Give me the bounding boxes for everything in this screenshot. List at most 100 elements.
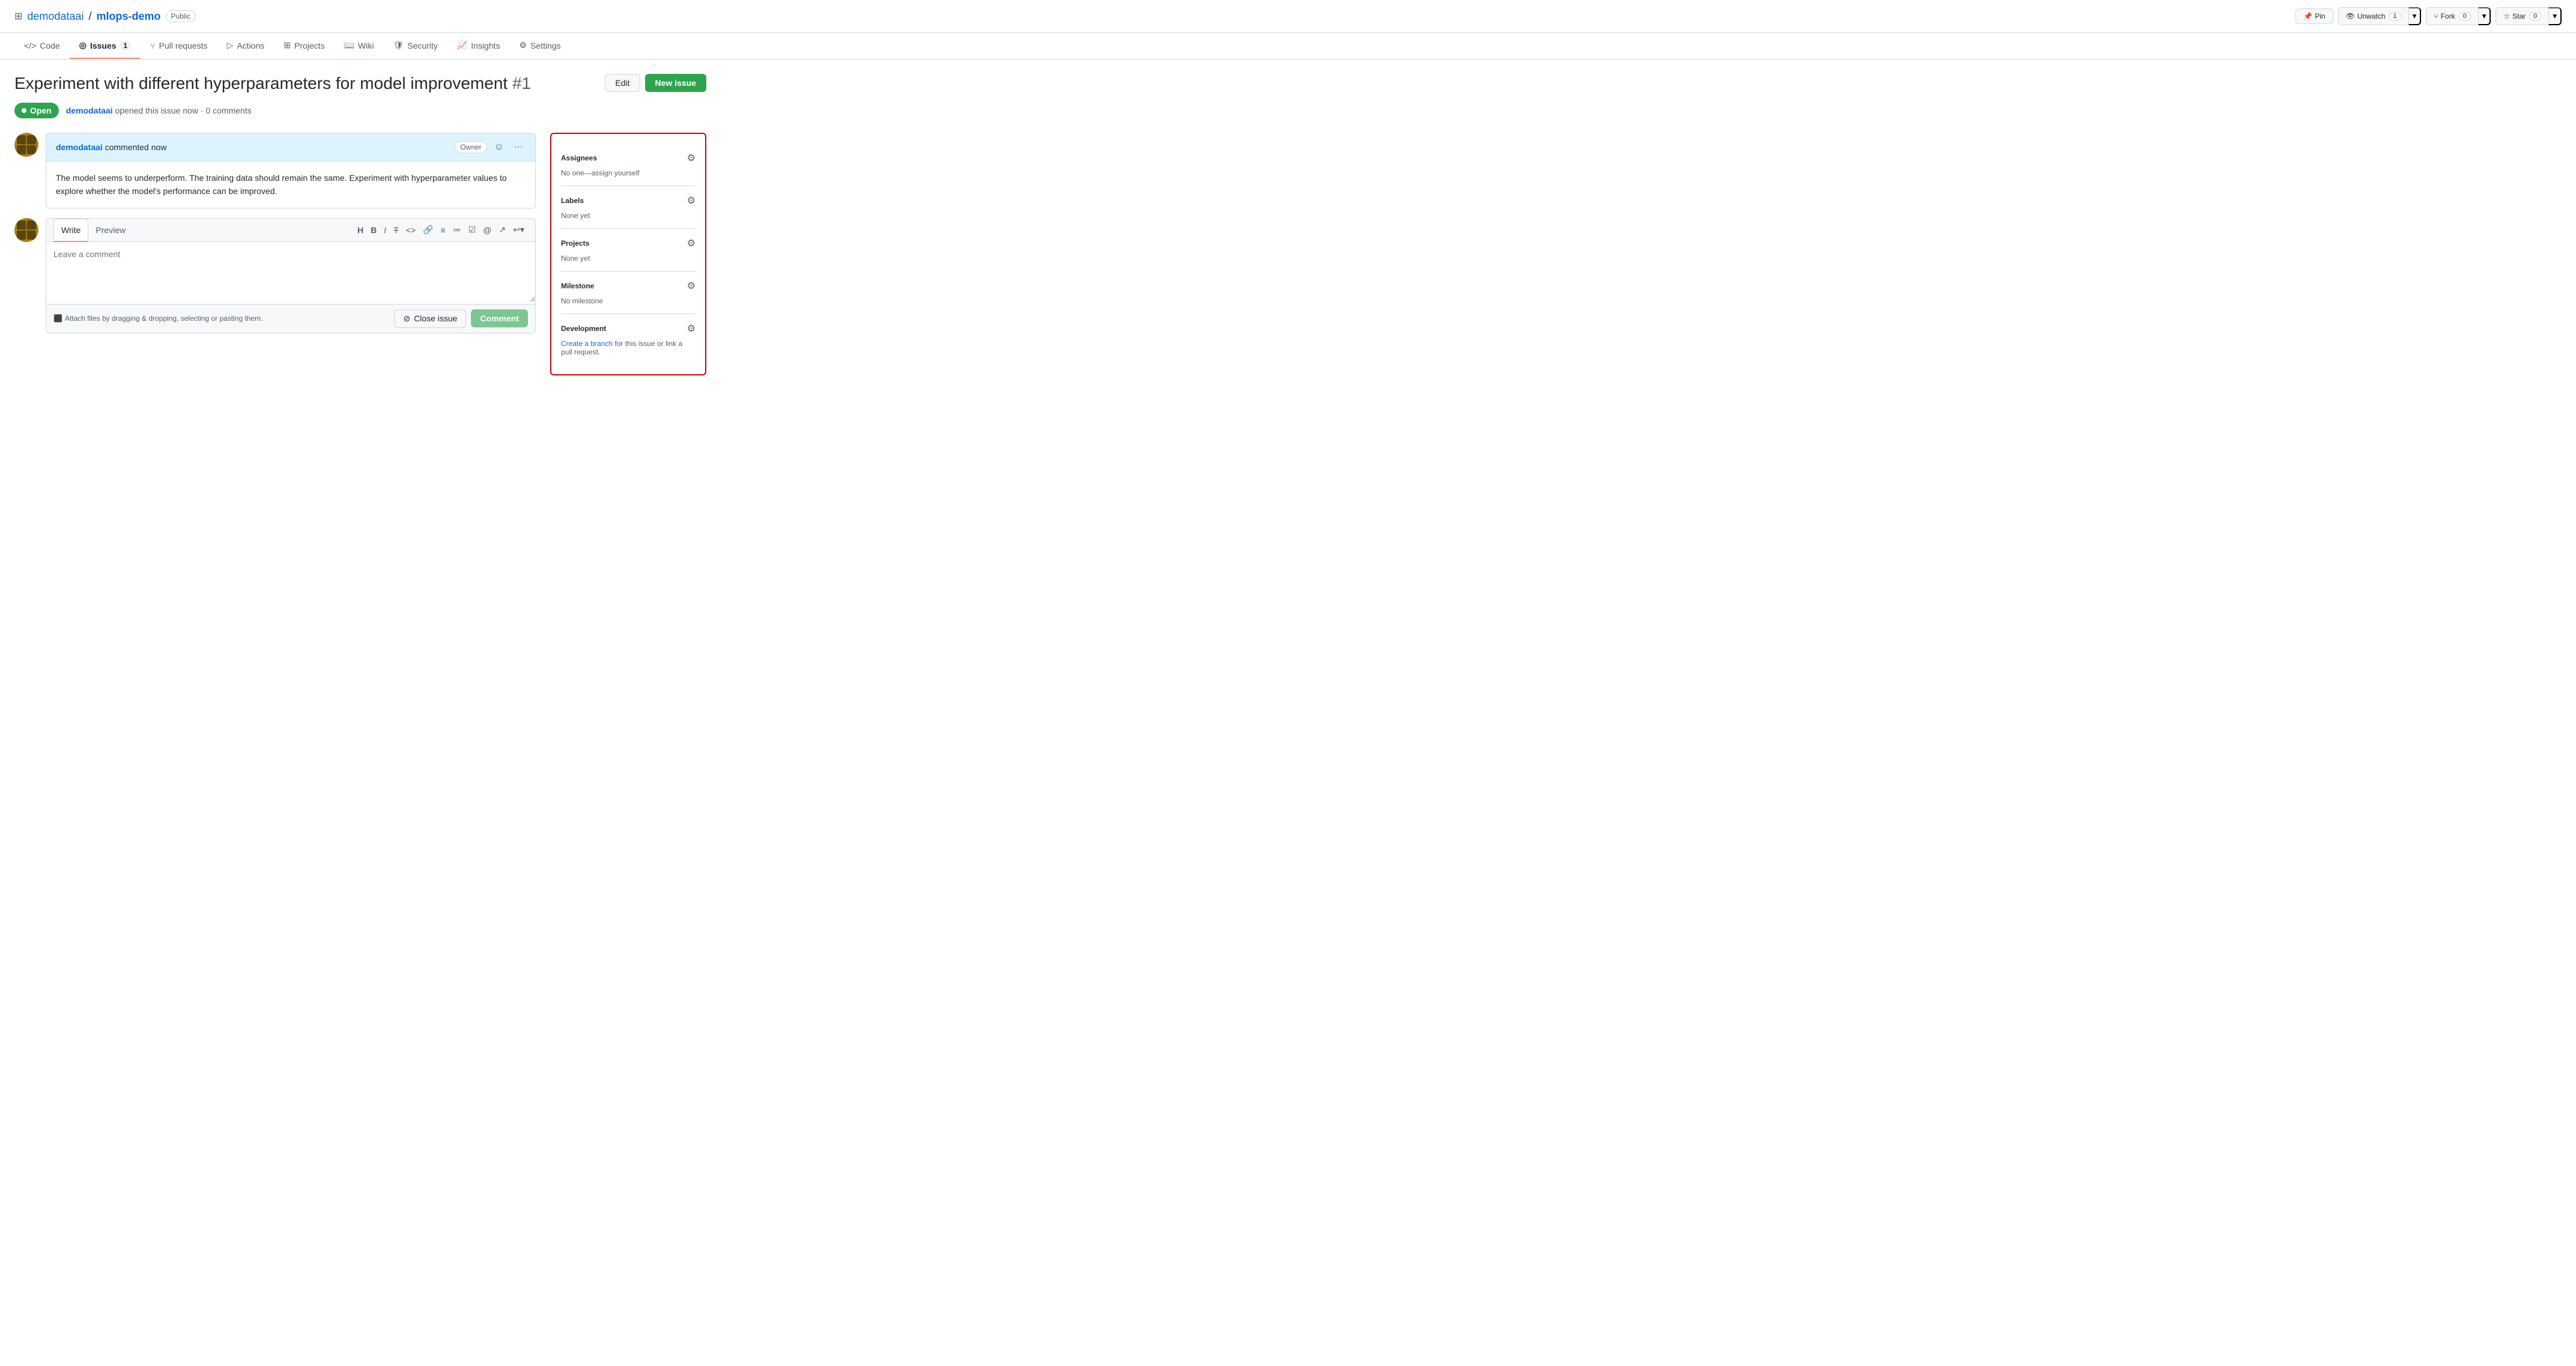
milestone-value: No milestone bbox=[561, 297, 696, 305]
close-issue-button[interactable]: ⊘ Close issue bbox=[394, 309, 466, 328]
ordered-list-btn[interactable]: ≔ bbox=[449, 219, 465, 241]
assignees-value: No one—assign yourself bbox=[561, 169, 696, 177]
edit-button[interactable]: Edit bbox=[605, 74, 640, 92]
visibility-badge: Public bbox=[166, 10, 196, 22]
tab-pull-requests[interactable]: ⑂ Pull requests bbox=[141, 33, 217, 59]
pull-request-icon: ⑂ bbox=[150, 41, 155, 50]
projects-gear-icon[interactable]: ⚙ bbox=[687, 237, 696, 249]
fork-dropdown[interactable]: ▾ bbox=[2478, 7, 2491, 25]
comment-header-right: Owner ☺ ··· bbox=[455, 139, 526, 155]
close-issue-icon: ⊘ bbox=[403, 314, 410, 324]
issue-meta: Open demodataai opened this issue now · … bbox=[14, 103, 706, 118]
repo-owner-link[interactable]: demodataai bbox=[27, 10, 83, 23]
issue-author-link[interactable]: demodataai bbox=[66, 106, 113, 115]
issue-header: Experiment with different hyperparameter… bbox=[14, 74, 706, 93]
comment-action: commented bbox=[105, 142, 151, 152]
star-dropdown[interactable]: ▾ bbox=[2548, 7, 2562, 25]
emoji-button[interactable]: ☺ bbox=[492, 139, 506, 155]
sidebar-labels: Labels ⚙ None yet bbox=[561, 186, 696, 229]
projects-icon: ⊞ bbox=[283, 40, 291, 50]
repo-title: ⊞ demodataai / mlops-demo Public bbox=[14, 10, 196, 23]
actions-icon: ▷ bbox=[227, 40, 234, 50]
status-dot bbox=[22, 108, 26, 113]
tab-security[interactable]: 🛡 Security bbox=[383, 33, 447, 59]
development-value: Create a branch for this issue or link a… bbox=[561, 339, 696, 356]
status-badge: Open bbox=[14, 103, 59, 118]
assignees-gear-icon[interactable]: ⚙ bbox=[687, 152, 696, 164]
milestone-gear-icon[interactable]: ⚙ bbox=[687, 280, 696, 292]
sidebar-assignees: Assignees ⚙ No one—assign yourself bbox=[561, 144, 696, 186]
fork-button[interactable]: ⑂ Fork 0 bbox=[2426, 7, 2478, 25]
reply-footer-right: ⊘ Close issue Comment bbox=[394, 309, 528, 328]
settings-icon: ⚙ bbox=[520, 40, 527, 50]
sidebar-development: Development ⚙ Create a branch for this i… bbox=[561, 314, 696, 365]
issue-title: Experiment with different hyperparameter… bbox=[14, 74, 605, 93]
star-button[interactable]: ☆ Star 0 bbox=[2496, 7, 2548, 25]
unordered-list-btn[interactable]: ≡ bbox=[437, 219, 449, 241]
comment-textarea[interactable] bbox=[46, 242, 535, 302]
tab-projects[interactable]: ⊞ Projects bbox=[274, 33, 334, 59]
heading-btn[interactable]: H bbox=[354, 219, 367, 241]
attach-files-text: ⬛ Attach files by dragging & dropping, s… bbox=[53, 314, 262, 323]
markdown-icon: ⬛ bbox=[53, 314, 62, 323]
code-btn[interactable]: <> bbox=[402, 219, 419, 241]
fork-group: ⑂ Fork 0 ▾ bbox=[2426, 7, 2491, 25]
reply-footer: ⬛ Attach files by dragging & dropping, s… bbox=[46, 304, 535, 333]
more-options-button[interactable]: ··· bbox=[511, 139, 526, 155]
fork-icon: ⑂ bbox=[2434, 12, 2438, 20]
unwatch-group: 👁 Unwatch 1 ▾ bbox=[2338, 7, 2422, 25]
nav-tabs: </> Code ◎ Issues 1 ⑂ Pull requests ▷ Ac… bbox=[0, 33, 2576, 59]
issue-main: demodataai commented now Owner ☺ ··· The… bbox=[14, 133, 536, 375]
repo-name-link[interactable]: mlops-demo bbox=[97, 10, 161, 23]
development-gear-icon[interactable]: ⚙ bbox=[687, 323, 696, 335]
new-issue-button[interactable]: New issue bbox=[645, 74, 706, 92]
projects-header: Projects ⚙ bbox=[561, 237, 696, 249]
labels-gear-icon[interactable]: ⚙ bbox=[687, 195, 696, 207]
issue-sidebar: Assignees ⚙ No one—assign yourself Label… bbox=[550, 133, 706, 375]
italic-btn[interactable]: I bbox=[380, 219, 390, 241]
write-tab[interactable]: Write bbox=[53, 219, 88, 242]
repo-separator: / bbox=[88, 10, 91, 23]
create-branch-link[interactable]: Create a branch bbox=[561, 339, 613, 348]
task-list-btn[interactable]: ☑ bbox=[465, 219, 480, 241]
issue-header-actions: Edit New issue bbox=[605, 74, 706, 92]
reply-avatar bbox=[14, 218, 38, 242]
repo-icon: ⊞ bbox=[14, 10, 22, 22]
tab-insights[interactable]: 📈 Insights bbox=[447, 33, 510, 59]
wiki-icon: 📖 bbox=[344, 40, 354, 50]
assignees-header: Assignees ⚙ bbox=[561, 152, 696, 164]
owner-badge: Owner bbox=[455, 141, 486, 153]
comment-button[interactable]: Comment bbox=[471, 309, 528, 327]
mention-btn[interactable]: @ bbox=[479, 219, 495, 241]
reply-box: Write Preview H B I T <> 🔗 ≡ ≔ ☑ @ ↗ bbox=[14, 218, 536, 333]
comment-content: demodataai commented now Owner ☺ ··· The… bbox=[46, 133, 536, 208]
unwatch-dropdown[interactable]: ▾ bbox=[2408, 7, 2422, 25]
commenter-avatar bbox=[14, 133, 38, 157]
top-actions: 📌 Pin 👁 Unwatch 1 ▾ ⑂ Fork 0 ▾ ☆ Star 0 bbox=[2296, 7, 2562, 25]
pin-button[interactable]: 📌 Pin bbox=[2296, 8, 2333, 24]
comment-body: The model seems to underperform. The tra… bbox=[46, 162, 535, 208]
development-header: Development ⚙ bbox=[561, 323, 696, 335]
bold-btn[interactable]: B bbox=[367, 219, 380, 241]
comment-box: demodataai commented now Owner ☺ ··· The… bbox=[14, 133, 536, 208]
tab-actions[interactable]: ▷ Actions bbox=[217, 33, 274, 59]
sidebar-milestone: Milestone ⚙ No milestone bbox=[561, 272, 696, 314]
tab-code[interactable]: </> Code bbox=[14, 33, 70, 59]
strikethrough-btn[interactable]: T bbox=[390, 219, 402, 241]
undo-btn[interactable]: ↩▾ bbox=[509, 219, 528, 241]
security-icon: 🛡 bbox=[393, 40, 404, 50]
link-btn[interactable]: 🔗 bbox=[419, 219, 437, 241]
top-bar: ⊞ demodataai / mlops-demo Public 📌 Pin 👁… bbox=[0, 0, 2576, 33]
reference-btn[interactable]: ↗ bbox=[496, 219, 510, 241]
insights-icon: 📈 bbox=[457, 40, 467, 50]
star-icon: ☆ bbox=[2503, 12, 2510, 20]
issues-icon: ◎ bbox=[79, 40, 86, 50]
star-group: ☆ Star 0 ▾ bbox=[2496, 7, 2562, 25]
tab-wiki[interactable]: 📖 Wiki bbox=[335, 33, 384, 59]
tab-issues[interactable]: ◎ Issues 1 bbox=[70, 33, 141, 59]
issue-layout: demodataai commented now Owner ☺ ··· The… bbox=[14, 133, 706, 375]
issue-meta-text: demodataai opened this issue now · 0 com… bbox=[66, 106, 252, 115]
preview-tab[interactable]: Preview bbox=[88, 219, 133, 241]
unwatch-button[interactable]: 👁 Unwatch 1 bbox=[2338, 7, 2408, 25]
tab-settings[interactable]: ⚙ Settings bbox=[510, 33, 571, 59]
